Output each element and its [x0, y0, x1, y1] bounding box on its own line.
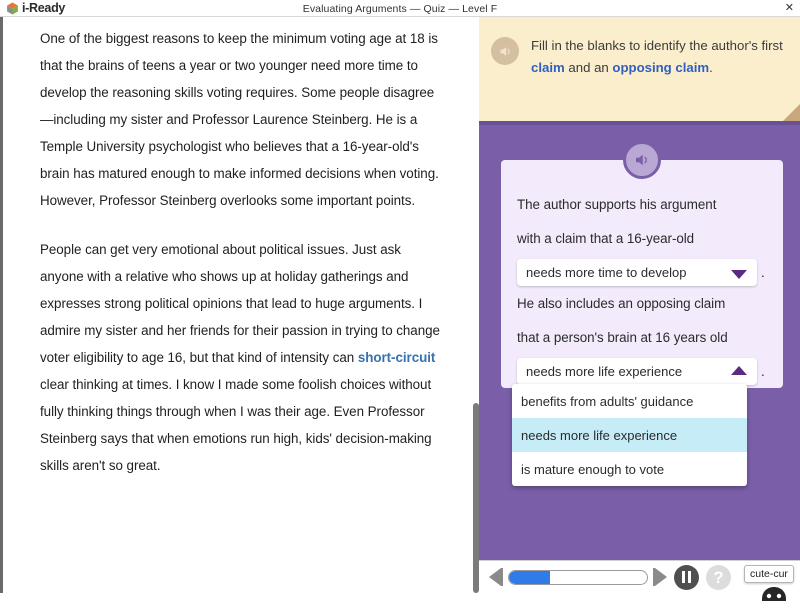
tooltip-label: cute-cur	[744, 565, 794, 583]
instruction-keyword-claim: claim	[531, 60, 565, 75]
help-question-icon[interactable]: ?	[706, 564, 731, 590]
dropdown-row-1: needs more time to develop .	[517, 259, 767, 286]
dropdown-option[interactable]: benefits from adults' guidance	[512, 384, 747, 418]
passage-keyword-link[interactable]: short-circuit	[358, 350, 436, 365]
instruction-callout: Fill in the blanks to identify the autho…	[479, 17, 800, 121]
dropdown-option[interactable]: is mature enough to vote	[512, 452, 747, 486]
skip-previous-icon[interactable]	[489, 568, 503, 586]
sentence-period-2: .	[761, 364, 765, 379]
opposing-claim-option-list: benefits from adults' guidance needs mor…	[512, 384, 747, 486]
claim-dropdown-value: needs more time to develop	[526, 265, 687, 280]
page-title: Evaluating Arguments — Quiz — Level F	[302, 2, 498, 15]
question-line-2: with a claim that a 16-year-old	[517, 231, 695, 246]
dropdown-option[interactable]: needs more life experience	[512, 418, 747, 452]
opposing-claim-dropdown-value: needs more life experience	[526, 364, 683, 379]
opposing-claim-dropdown-open[interactable]: needs more life experience	[517, 358, 757, 385]
chevron-up-icon	[731, 365, 747, 375]
pause-icon[interactable]	[674, 564, 699, 590]
chevron-down-icon	[731, 269, 747, 279]
question-line-4: that a person's brain at 16 years old	[517, 330, 728, 345]
speaker-icon[interactable]	[491, 37, 519, 65]
instruction-text: Fill in the blanks to identify the autho…	[531, 35, 784, 79]
passage-text-pre: People can get very emotional about poli…	[40, 242, 440, 365]
audio-progress-fill	[509, 570, 551, 584]
dropdown-row-2: needs more life experience .	[517, 358, 767, 385]
question-panel: Fill in the blanks to identify the autho…	[479, 17, 800, 593]
skip-next-icon[interactable]	[653, 568, 667, 586]
passage-paragraph-2: People can get very emotional about poli…	[40, 236, 443, 479]
instruction-text-post: .	[709, 60, 713, 75]
claim-dropdown-closed[interactable]: needs more time to develop	[517, 259, 757, 286]
pane-divider	[473, 17, 478, 403]
instruction-keyword-opposing-claim: opposing claim	[612, 60, 710, 75]
reading-passage-pane: One of the biggest reasons to keep the m…	[3, 17, 473, 593]
passage-paragraph-1: One of the biggest reasons to keep the m…	[40, 31, 439, 208]
instruction-text-mid: and an	[564, 60, 613, 75]
media-toolbar: ? cute-cur	[479, 560, 800, 601]
close-icon[interactable]: ✕	[785, 0, 794, 17]
instruction-shadow	[479, 121, 800, 125]
question-line-1: The author supports his argument	[517, 197, 717, 212]
passage-text-post: clear thinking at times. I know I made s…	[40, 377, 432, 473]
audio-progress-bar[interactable]	[508, 569, 648, 585]
top-bar: i-Ready Evaluating Arguments — Quiz — Le…	[0, 0, 800, 17]
speaker-icon[interactable]	[623, 141, 661, 179]
sentence-period-1: .	[761, 265, 765, 280]
question-line-3: He also includes an opposing claim	[517, 296, 726, 311]
instruction-text-pre: Fill in the blanks to identify the autho…	[531, 38, 783, 53]
page-fold-corner	[783, 104, 800, 121]
question-card: The author supports his argument with a …	[501, 141, 783, 388]
cursor-badge-icon	[760, 585, 788, 607]
question-body: The author supports his argument with a …	[501, 160, 783, 385]
